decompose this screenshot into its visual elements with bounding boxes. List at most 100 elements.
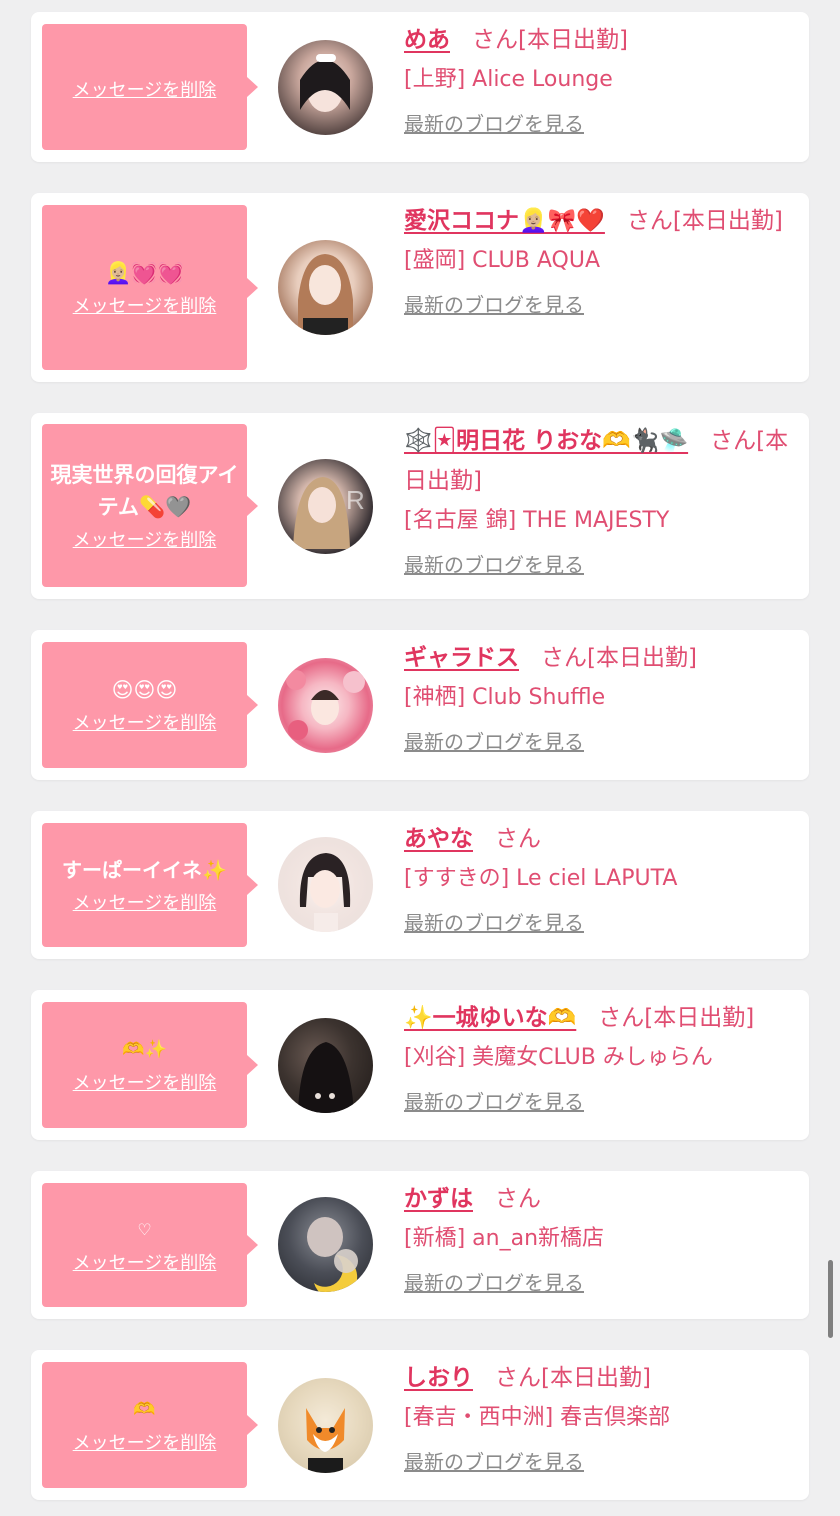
message-bubble: 😍😍😍 メッセージを削除 (42, 642, 258, 768)
latest-blog-link[interactable]: 最新のブログを見る (404, 908, 791, 938)
avatar[interactable] (278, 240, 373, 335)
san-label: さん (541, 645, 587, 671)
san-label: さん (598, 1005, 645, 1031)
san-label: さん (495, 1186, 541, 1212)
latest-blog-link[interactable]: 最新のブログを見る (404, 550, 791, 580)
status-badge: [本日出勤] (587, 645, 697, 671)
name-line: めあ さん[本日出勤] (404, 20, 791, 60)
delete-message-link[interactable]: メッセージを削除 (73, 295, 217, 319)
message-bubble: すーぱーイイネ✨ メッセージを削除 (42, 823, 258, 947)
message-bubble: ♡ メッセージを削除 (42, 1183, 258, 1307)
name-line: 🕸️🃏明日花 りおな🫶🐈‍⬛🛸 さん[本日出勤] (404, 421, 791, 501)
cast-info: 愛沢ココナ👱🏼‍♀️🎀❤️ さん[本日出勤] [盛岡] CLUB AQUA 最新の… (404, 201, 791, 320)
latest-blog-link[interactable]: 最新のブログを見る (404, 1087, 791, 1117)
latest-blog-link[interactable]: 最新のブログを見る (404, 290, 791, 320)
cast-info: ✨一城ゆいな🫶 さん[本日出勤] [刈谷] 美魔女CLUB みしゅらん 最新のブロ… (404, 998, 791, 1117)
shop-name: [すすきの] Le ciel LAPUTA (404, 866, 678, 891)
cast-info: しおり さん[本日出勤] [春吉・西中洲] 春吉倶楽部 最新のブログを見る (404, 1358, 791, 1477)
avatar[interactable] (278, 40, 373, 135)
name-line: 愛沢ココナ👱🏼‍♀️🎀❤️ さん[本日出勤] (404, 201, 791, 241)
delete-message-link[interactable]: メッセージを削除 (73, 1252, 217, 1276)
avatar-photo-icon (298, 1042, 354, 1113)
san-label: さん (626, 208, 673, 234)
san-label: さん (495, 826, 541, 852)
avatar-photo-icon (307, 1217, 358, 1292)
latest-blog-link[interactable]: 最新のブログを見る (404, 109, 791, 139)
delete-message-link[interactable]: メッセージを削除 (73, 712, 217, 736)
list-item: 😍😍😍 メッセージを削除 ギャラドス さん[本日出勤] [神栖] Club Shu… (31, 630, 809, 780)
svg-text:R: R (346, 485, 365, 515)
message-text: 👱🏼‍♀️💓💓 (105, 260, 184, 285)
cast-info: めあ さん[本日出勤] [上野] Alice Lounge 最新のブログを見る (404, 20, 791, 139)
cast-info: 🕸️🃏明日花 りおな🫶🐈‍⬛🛸 さん[本日出勤] [名古屋 錦] THE MAJE… (404, 421, 791, 580)
avatar[interactable] (278, 658, 373, 753)
cast-name-link[interactable]: ギャラドス (404, 645, 519, 671)
message-bubble: 🫶✨ メッセージを削除 (42, 1002, 258, 1128)
cast-name-link[interactable]: しおり (404, 1365, 473, 1391)
name-line: あやな さん (404, 819, 791, 859)
delete-message-link[interactable]: メッセージを削除 (73, 1072, 217, 1096)
message-bubble: 現実世界の回復アイテム💊🩶 メッセージを削除 (42, 424, 258, 587)
delete-message-link[interactable]: メッセージを削除 (73, 1432, 217, 1456)
message-text: ♡ (137, 1220, 152, 1239)
shop-name: [新橋] an_an新橋店 (404, 1226, 605, 1251)
san-label: さん (495, 1365, 541, 1391)
name-line: かずは さん (404, 1179, 791, 1219)
name-line: ギャラドス さん[本日出勤] (404, 638, 791, 678)
latest-blog-link[interactable]: 最新のブログを見る (404, 1447, 791, 1477)
avatar[interactable] (278, 1018, 373, 1113)
list-item: 現実世界の回復アイテム💊🩶 メッセージを削除 R 🕸️🃏明日花 りおな🫶🐈‍⬛🛸… (31, 413, 809, 599)
list-item: すーぱーイイネ✨ メッセージを削除 あやな さん [すすきの] Le ciel L… (31, 811, 809, 959)
status-badge: [本日出勤] (518, 27, 628, 53)
status-badge: [本日出勤] (644, 1005, 755, 1031)
cast-name-link[interactable]: 🕸️🃏明日花 りおな🫶🐈‍⬛🛸 (404, 428, 688, 454)
delete-message-link[interactable]: メッセージを削除 (73, 892, 217, 916)
avatar-photo-icon (298, 254, 353, 335)
avatar-photo-icon (286, 670, 365, 740)
cast-name-link[interactable]: めあ (404, 27, 450, 53)
name-line: しおり さん[本日出勤] (404, 1358, 791, 1398)
list-item: ♡ メッセージを削除 かずは さん [新橋] an_an新橋店 最新のブログを見る (31, 1171, 809, 1319)
avatar-photo-icon (300, 54, 350, 112)
shop-name: [名古屋 錦] THE MAJESTY (404, 508, 670, 533)
avatar[interactable] (278, 1378, 373, 1473)
delete-message-link[interactable]: メッセージを削除 (73, 529, 217, 553)
message-text: 😍😍😍 (111, 678, 178, 702)
cast-name-link[interactable]: ✨一城ゆいな🫶 (404, 1005, 576, 1031)
message-text: 🫶✨ (122, 1039, 167, 1060)
shop-name: [上野] Alice Lounge (404, 67, 613, 92)
avatar-photo-icon (306, 1408, 345, 1473)
list-item: 🫶 メッセージを削除 しおり さん[本日出勤] [春吉・西中洲] 春吉倶楽部 最新… (31, 1350, 809, 1500)
latest-blog-link[interactable]: 最新のブログを見る (404, 727, 791, 757)
message-text: すーぱーイイネ✨ (62, 858, 227, 882)
list-item: 👱🏼‍♀️💓💓 メッセージを削除 愛沢ココナ👱🏼‍♀️🎀❤️ さん[本日出勤] [… (31, 193, 809, 382)
message-text: 🫶 (133, 1399, 156, 1420)
avatar-photo-icon (299, 853, 351, 932)
message-bubble: 👱🏼‍♀️💓💓 メッセージを削除 (42, 205, 258, 370)
name-line: ✨一城ゆいな🫶 さん[本日出勤] (404, 998, 791, 1038)
san-label: さん (710, 428, 757, 454)
avatar[interactable] (278, 1197, 373, 1292)
favorites-message-list: メッセージを削除 めあ さん[本日出勤] [上野] Alice Lounge 最新… (0, 0, 840, 1516)
cast-name-link[interactable]: あやな (404, 826, 473, 852)
status-badge: [本日出勤] (672, 208, 783, 234)
message-text: 現実世界の回復アイテム💊🩶 (50, 462, 239, 519)
avatar[interactable]: R (278, 459, 373, 554)
cast-name-link[interactable]: かずは (404, 1186, 473, 1212)
avatar[interactable] (278, 837, 373, 932)
delete-message-link[interactable]: メッセージを削除 (73, 79, 217, 103)
san-label: さん (472, 27, 518, 53)
status-badge: [本日出勤] (541, 1365, 651, 1391)
cast-info: あやな さん [すすきの] Le ciel LAPUTA 最新のブログを見る (404, 819, 791, 938)
scrollbar-thumb[interactable] (828, 1260, 833, 1338)
message-bubble: 🫶 メッセージを削除 (42, 1362, 258, 1488)
cast-info: ギャラドス さん[本日出勤] [神栖] Club Shuffle 最新のブログを見… (404, 638, 791, 757)
latest-blog-link[interactable]: 最新のブログを見る (404, 1268, 791, 1298)
avatar-photo-icon: R (293, 477, 365, 549)
shop-name: [春吉・西中洲] 春吉倶楽部 (404, 1405, 671, 1430)
list-item: 🫶✨ メッセージを削除 ✨一城ゆいな🫶 さん[本日出勤] [刈谷] 美魔女CLUB… (31, 990, 809, 1140)
cast-name-link[interactable]: 愛沢ココナ👱🏼‍♀️🎀❤️ (404, 208, 605, 234)
shop-name: [神栖] Club Shuffle (404, 685, 606, 710)
message-bubble: メッセージを削除 (42, 24, 258, 150)
list-item: メッセージを削除 めあ さん[本日出勤] [上野] Alice Lounge 最新… (31, 12, 809, 162)
